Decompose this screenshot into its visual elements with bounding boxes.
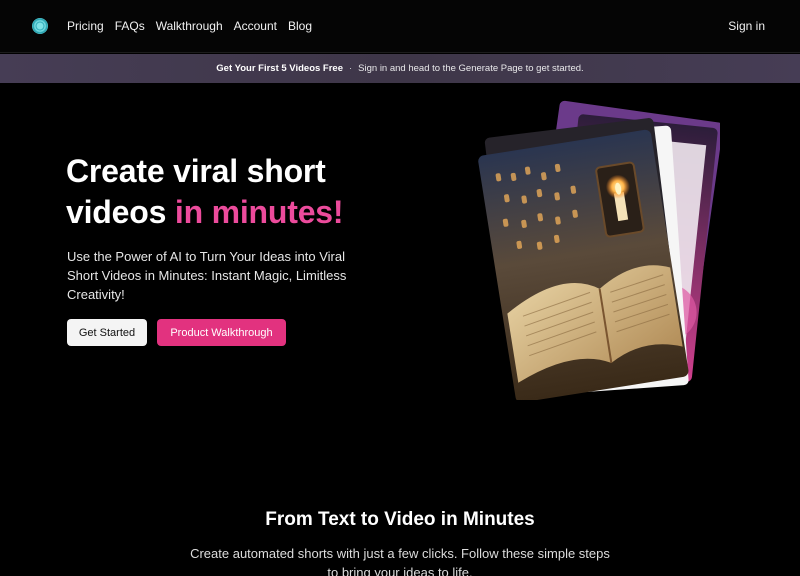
hero-title-line2: videos (66, 194, 175, 230)
get-started-button[interactable]: Get Started (67, 319, 147, 346)
banner-separator: · (349, 63, 353, 74)
hero-image-stack (470, 100, 724, 403)
nav-link-pricing[interactable]: Pricing (67, 18, 104, 34)
nav-link-walkthrough[interactable]: Walkthrough (156, 18, 223, 34)
section-title: From Text to Video in Minutes (265, 509, 535, 530)
sign-in-link[interactable]: Sign in (728, 18, 765, 34)
hero-title: Create viral short videos in minutes! (66, 151, 426, 233)
section-subtitle: Create automated shorts with just a few … (190, 546, 610, 576)
product-walkthrough-button[interactable]: Product Walkthrough (157, 319, 286, 346)
top-navigation: Pricing FAQs Walkthrough Account Blog Si… (0, 0, 800, 53)
hero-title-line1: Create viral short (66, 153, 326, 189)
nav-link-faqs[interactable]: FAQs (115, 18, 145, 34)
nav-links: Pricing FAQs Walkthrough Account Blog (67, 18, 312, 34)
nav-link-account[interactable]: Account (234, 18, 277, 34)
banner-text: Sign in and head to the Generate Page to… (358, 63, 584, 74)
banner-highlight: Get Your First 5 Videos Free (216, 63, 343, 74)
nav-link-blog[interactable]: Blog (288, 18, 312, 34)
promo-banner: Get Your First 5 Videos Free · Sign in a… (0, 54, 800, 83)
hero-subtitle: Use the Power of AI to Turn Your Ideas i… (67, 249, 347, 302)
video-thumbnails (478, 100, 724, 403)
hero-title-accent: in minutes! (174, 194, 344, 230)
logo-icon[interactable] (32, 18, 48, 34)
